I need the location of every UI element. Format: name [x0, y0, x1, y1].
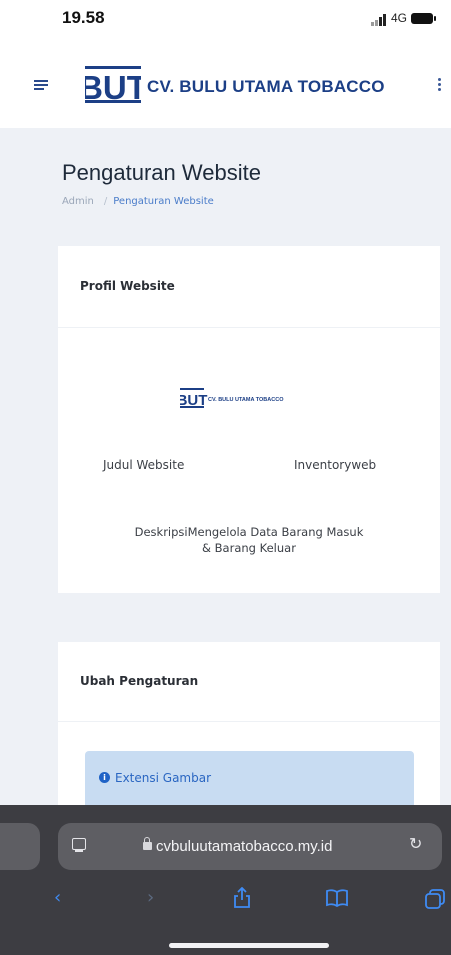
tabs-icon[interactable]: [425, 889, 445, 909]
ubah-pengaturan-card: Ubah Pengaturan i Extensi Gambar: [58, 642, 440, 821]
brand-name: CV. BULU UTAMA TOBACCO: [147, 77, 385, 96]
profile-website-card: Profil Website BUT CV. BULU UTAMA TOBACC…: [58, 246, 440, 593]
battery-icon: [411, 13, 436, 24]
reload-icon[interactable]: ↻: [409, 834, 422, 853]
info-icon: i: [99, 772, 110, 783]
page-title: Pengaturan Website: [62, 160, 261, 185]
breadcrumb-separator: /: [103, 196, 108, 207]
previous-tab-preview[interactable]: [0, 823, 40, 870]
judul-website-value: Inventoryweb: [294, 458, 377, 472]
menu-icon[interactable]: [34, 80, 48, 90]
more-options-icon[interactable]: [438, 78, 441, 92]
bookmarks-icon[interactable]: [326, 889, 348, 907]
back-icon[interactable]: ‹: [54, 888, 61, 908]
website-logo-text: BUT: [180, 392, 207, 409]
breadcrumb-current: Pengaturan Website: [113, 196, 214, 207]
brand-logo-text: BUT: [85, 69, 141, 106]
brand-logo[interactable]: BUT: [85, 63, 141, 107]
network-type: 4G: [391, 11, 408, 25]
card-title: Profil Website: [80, 279, 175, 293]
deskripsi-text: DeskripsiMengelola Data Barang Masuk & B…: [58, 524, 440, 556]
signal-icon: [371, 14, 387, 26]
lock-icon: [143, 837, 152, 850]
share-icon[interactable]: [233, 887, 251, 909]
website-logo-image: BUT CV. BULU UTAMA TOBACCO: [180, 388, 284, 409]
address-bar[interactable]: cvbuluutamatobacco.my.id ↻: [58, 823, 442, 870]
card-header: Ubah Pengaturan: [58, 642, 440, 722]
status-bar: 19.58 4G: [0, 0, 451, 40]
browser-toolbar: cvbuluutamatobacco.my.id ↻ ‹ ›: [0, 805, 451, 955]
judul-website-label: Judul Website: [103, 458, 185, 472]
breadcrumb-admin[interactable]: Admin: [62, 196, 94, 207]
top-navbar: BUT CV. BULU UTAMA TOBACCO: [0, 40, 451, 128]
status-time: 19.58: [62, 8, 105, 27]
url-text[interactable]: cvbuluutamatobacco.my.id: [156, 838, 332, 855]
forward-icon[interactable]: ›: [147, 888, 154, 908]
website-logo-caption: CV. BULU UTAMA TOBACCO: [208, 397, 284, 403]
home-indicator: [169, 943, 329, 948]
card-header: Profil Website: [58, 246, 440, 328]
alert-text: Extensi Gambar: [115, 771, 212, 785]
card-title: Ubah Pengaturan: [80, 674, 199, 688]
deskripsi-line-2: & Barang Keluar: [202, 541, 296, 555]
reader-icon[interactable]: [72, 838, 86, 852]
deskripsi-line-1: DeskripsiMengelola Data Barang Masuk: [134, 525, 364, 539]
breadcrumb: Admin / Pengaturan Website: [62, 196, 214, 207]
